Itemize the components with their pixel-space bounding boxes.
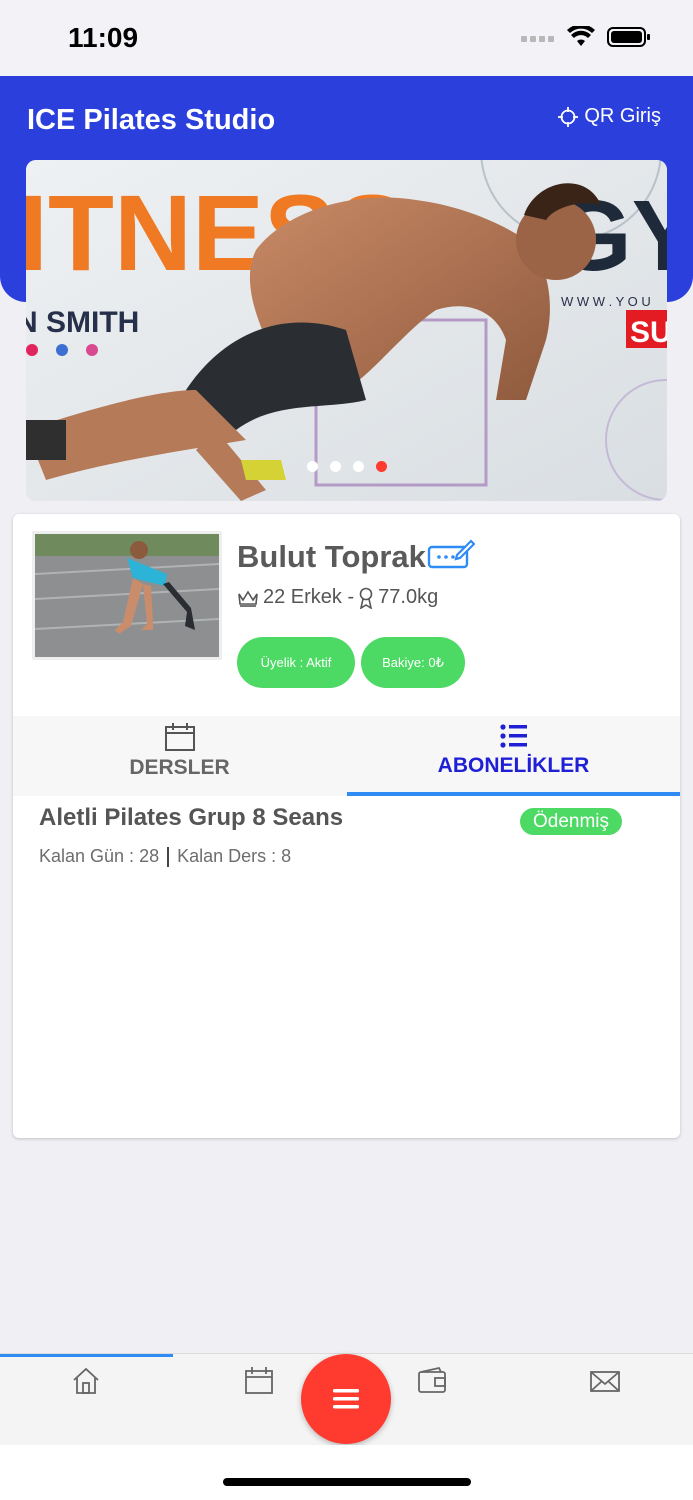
carousel-dot[interactable] [352,461,364,472]
tab-bar: DERSLER ABONELİKLER [13,716,680,796]
subscription-details: Kalan Gün : 28 Kalan Ders : 8 [39,846,291,867]
home-indicator-area [0,1445,693,1500]
app-title: ICE Pilates Studio [27,104,276,136]
profile-photo[interactable] [32,531,222,660]
calendar-icon [164,723,195,751]
status-time: 11:09 [68,22,139,53]
membership-status-badge[interactable]: Üyelik : Aktif [237,637,355,688]
profile-card: Bulut Toprak 22 Erkek - 77.0kg Üyelik : … [13,514,680,1138]
status-bar: 11:09 [0,0,693,76]
tab-abonelikler-label: ABONELİKLER [437,754,590,777]
remaining-lessons: Kalan Ders : 8 [177,846,292,866]
weight-medal-icon [359,587,373,609]
banner-text-badge: SU [630,316,667,349]
subscription-title[interactable]: Aletli Pilates Grup 8 Seans [39,804,343,832]
divider [167,846,170,867]
mail-icon[interactable] [590,1366,620,1396]
wifi-icon [567,26,595,46]
carousel-dot-active[interactable] [375,461,387,472]
banner-text-url: W W W . Y O U [561,294,651,309]
active-tab-indicator [347,792,680,796]
payment-status-badge: Ödenmiş [519,808,622,835]
remaining-days: Kalan Gün : 28 [39,846,160,866]
profile-photo-image [35,534,219,657]
weight-value: 77.0kg [378,586,439,608]
menu-fab-button[interactable] [301,1354,391,1444]
balance-badge[interactable]: Bakiye: 0₺ [361,637,465,688]
edit-profile-icon[interactable] [427,537,475,571]
qr-login-label: QR Giriş [584,105,661,127]
crown-icon [238,589,258,607]
signal-icon [521,36,554,42]
list-icon [499,724,527,748]
menu-icon [333,1389,359,1409]
banner-image: ITNESS GY N SMITH W W W . Y O U SU [26,160,667,501]
calendar-nav-icon[interactable] [244,1366,274,1396]
battery-icon [607,27,650,47]
profile-name: Bulut Toprak [237,539,426,574]
home-indicator[interactable] [223,1478,471,1486]
qr-login-button[interactable]: QR Giriş [558,105,661,128]
profile-meta: 22 Erkek - 77.0kg [237,586,438,609]
banner-text-name: N SMITH [26,306,139,339]
tab-dersler[interactable]: DERSLER [13,716,346,796]
wallet-icon[interactable] [417,1366,447,1396]
nav-active-indicator [0,1354,173,1357]
crosshair-icon [558,106,579,127]
status-icons [521,26,651,48]
carousel-dot[interactable] [306,461,318,472]
home-icon[interactable] [71,1366,101,1396]
tab-dersler-label: DERSLER [129,756,230,779]
carousel-dot[interactable] [329,461,341,472]
age-gender: 22 Erkek - [263,586,355,608]
promo-banner[interactable]: ITNESS GY N SMITH W W W . Y O U SU [26,160,667,501]
tab-abonelikler[interactable]: ABONELİKLER [347,716,680,796]
carousel-dots [0,461,693,472]
